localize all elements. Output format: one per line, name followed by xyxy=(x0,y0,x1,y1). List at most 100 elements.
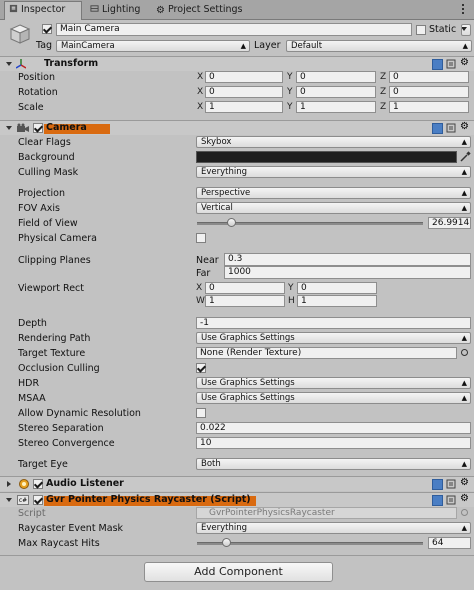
rendering-path-label: Rendering Path xyxy=(18,333,91,344)
rendering-path-value: Use Graphics Settings xyxy=(201,333,295,343)
rendering-path-dropdown[interactable]: Use Graphics Settings▲▼ xyxy=(196,332,471,344)
tag-value: MainCamera xyxy=(61,41,115,51)
stereo-convergence-field[interactable]: 10 xyxy=(196,437,471,449)
event-mask-dropdown[interactable]: Everything▲▼ xyxy=(196,522,471,534)
help-icon[interactable] xyxy=(432,123,443,134)
static-checkbox[interactable] xyxy=(416,25,426,35)
depth-field[interactable]: -1 xyxy=(196,317,471,329)
position-y-field[interactable]: 0 xyxy=(296,71,376,83)
settings-gear-icon[interactable]: ⚙ xyxy=(460,121,469,132)
msaa-dropdown[interactable]: Use Graphics Settings▲▼ xyxy=(196,392,471,404)
object-picker-icon xyxy=(461,509,468,516)
scale-y-field[interactable]: 1 xyxy=(296,101,376,113)
fold-arrow-icon[interactable] xyxy=(6,498,12,502)
presets-icon[interactable] xyxy=(446,479,456,489)
presets-icon[interactable] xyxy=(446,123,456,133)
hdr-dropdown[interactable]: Use Graphics Settings▲▼ xyxy=(196,377,471,389)
viewport-h-field[interactable]: 1 xyxy=(297,295,377,307)
object-picker-icon[interactable] xyxy=(461,349,468,356)
near-label: Near xyxy=(196,255,219,266)
camera-header[interactable]: Camera ⚙ xyxy=(0,120,474,135)
audio-listener-enabled-checkbox[interactable] xyxy=(33,479,43,489)
fold-arrow-icon[interactable] xyxy=(7,481,11,487)
target-eye-value: Both xyxy=(201,459,221,469)
max-hits-slider-knob[interactable] xyxy=(222,538,232,547)
scale-x-field[interactable]: 1 xyxy=(205,101,283,113)
tab-label: Lighting xyxy=(102,4,141,15)
raycaster-title: Gvr Pointer Physics Raycaster (Script) xyxy=(46,494,251,505)
layer-dropdown[interactable]: Default▲▼ xyxy=(286,40,472,52)
physical-camera-checkbox[interactable] xyxy=(196,233,206,243)
axis-y-label: Y xyxy=(287,87,293,97)
projection-dropdown[interactable]: Perspective▲▼ xyxy=(196,187,471,199)
stereo-separation-field[interactable]: 0.022 xyxy=(196,422,471,434)
rotation-x-field[interactable]: 0 xyxy=(205,86,283,98)
help-icon[interactable] xyxy=(432,495,443,506)
add-component-button[interactable]: Add Component xyxy=(144,562,333,582)
fold-arrow-icon[interactable] xyxy=(6,62,12,66)
max-hits-value-field[interactable]: 64 xyxy=(428,537,471,549)
camera-enabled-checkbox[interactable] xyxy=(33,123,43,133)
script-file-icon: c# xyxy=(17,495,29,505)
viewport-x-field[interactable]: 0 xyxy=(205,282,285,294)
script-label: Script xyxy=(18,508,46,519)
kebab-menu-icon[interactable] xyxy=(458,4,468,14)
raycaster-header[interactable]: c# Gvr Pointer Physics Raycaster (Script… xyxy=(0,492,474,507)
far-label: Far xyxy=(196,268,211,279)
target-eye-dropdown[interactable]: Both▲▼ xyxy=(196,458,471,470)
position-x-field[interactable]: 0 xyxy=(205,71,283,83)
gameobject-cube-icon xyxy=(9,24,31,44)
settings-gear-icon[interactable]: ⚙ xyxy=(460,57,469,68)
transform-header[interactable]: Transform ⚙ xyxy=(0,56,474,71)
static-dropdown[interactable] xyxy=(461,24,471,36)
axis-y-label: Y xyxy=(287,102,293,112)
viewport-w-field[interactable]: 1 xyxy=(205,295,285,307)
rotation-label: Rotation xyxy=(18,87,58,98)
audio-listener-header[interactable]: Audio Listener ⚙ xyxy=(0,476,474,491)
clear-flags-dropdown[interactable]: Skybox▲▼ xyxy=(196,136,471,148)
viewport-y-field[interactable]: 0 xyxy=(297,282,377,294)
active-checkbox[interactable] xyxy=(42,24,52,34)
tab-project-settings[interactable]: ⚙ Project Settings xyxy=(152,2,252,18)
gear-icon: ⚙ xyxy=(156,5,165,16)
dynamic-resolution-checkbox[interactable] xyxy=(196,408,206,418)
projection-value: Perspective xyxy=(201,188,251,198)
raycaster-enabled-checkbox[interactable] xyxy=(33,495,43,505)
object-name-input[interactable]: Main Camera xyxy=(56,23,412,36)
inspector-icon xyxy=(9,4,18,13)
tab-inspector[interactable]: Inspector xyxy=(4,1,82,20)
help-icon[interactable] xyxy=(432,59,443,70)
far-field[interactable]: 1000 xyxy=(224,266,471,279)
axis-w-label: W xyxy=(196,296,205,306)
background-color-swatch[interactable] xyxy=(196,151,457,163)
fov-label: Field of View xyxy=(18,218,78,229)
event-mask-value: Everything xyxy=(201,523,248,533)
culling-mask-dropdown[interactable]: Everything▲▼ xyxy=(196,166,471,178)
axis-x-label: X xyxy=(197,102,204,112)
static-label: Static xyxy=(429,24,457,35)
position-z-field[interactable]: 0 xyxy=(389,71,469,83)
presets-icon[interactable] xyxy=(446,495,456,505)
eyedropper-icon[interactable] xyxy=(460,151,471,162)
help-icon[interactable] xyxy=(432,479,443,490)
settings-gear-icon[interactable]: ⚙ xyxy=(460,477,469,488)
scale-z-field[interactable]: 1 xyxy=(389,101,469,113)
clear-flags-label: Clear Flags xyxy=(18,137,71,148)
axis-y-label: Y xyxy=(287,72,293,82)
fov-value-field[interactable]: 26.9914 xyxy=(428,217,471,229)
near-field[interactable]: 0.3 xyxy=(224,253,471,266)
occlusion-culling-checkbox[interactable] xyxy=(196,363,206,373)
lighting-icon xyxy=(90,5,99,12)
fov-axis-label: FOV Axis xyxy=(18,203,61,214)
fov-axis-dropdown[interactable]: Vertical▲▼ xyxy=(196,202,471,214)
settings-gear-icon[interactable]: ⚙ xyxy=(460,493,469,504)
tab-lighting[interactable]: Lighting xyxy=(86,2,148,18)
target-texture-field[interactable]: None (Render Texture) xyxy=(196,347,457,359)
fov-slider-knob[interactable] xyxy=(226,218,236,227)
presets-icon[interactable] xyxy=(446,59,456,69)
tag-dropdown[interactable]: MainCamera▲▼ xyxy=(56,40,250,52)
fold-arrow-icon[interactable] xyxy=(6,126,12,130)
rotation-z-field[interactable]: 0 xyxy=(389,86,469,98)
fov-axis-value: Vertical xyxy=(201,203,233,213)
rotation-y-field[interactable]: 0 xyxy=(296,86,376,98)
